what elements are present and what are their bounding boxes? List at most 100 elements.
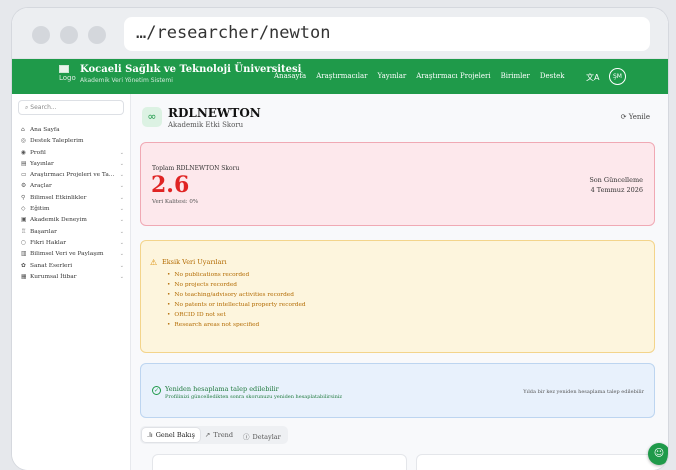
tab-trend[interactable]: ↗ Trend — [200, 428, 238, 442]
sidebar-item-icon: ▥ — [21, 251, 27, 258]
nav-link-arastirmacilar[interactable]: Araştırmacılar — [316, 72, 367, 80]
tab-details[interactable]: ⓘ Detaylar — [238, 428, 286, 442]
chevron-down-icon: ⌄ — [119, 206, 124, 213]
nav-link-anasayfa[interactable]: Anasayfa — [274, 72, 306, 80]
tab-label: Genel Bakış — [155, 431, 195, 439]
sidebar-item-icon: ⚲ — [21, 194, 26, 201]
nav-link-projeler[interactable]: Araştırmacı Projeleri — [416, 72, 490, 80]
brand-title[interactable]: Kocaeli Sağlık ve Teknoloji Üniversitesi — [80, 64, 301, 75]
sidebar-item[interactable]: ▭ Araştırmacı Projeleri ve Ta... ⌄ — [12, 170, 130, 181]
sidebar-item-label: Bilimsel Etkinlikler — [30, 194, 87, 201]
sidebar-item-icon: ▭ — [21, 172, 27, 179]
browser-window: …/researcher/newton Logo Kocaeli Sağlık … — [12, 8, 668, 470]
sidebar-item-label: Sanat Eserleri — [30, 262, 73, 269]
recalc-subtitle: Profilinizi güncelledikten sonra skorunu… — [165, 394, 343, 400]
sidebar-item-label: Yayınlar — [30, 160, 54, 167]
sidebar-item[interactable]: ♖ Başarılar ⌄ — [12, 227, 130, 238]
tab-label: Trend — [213, 431, 234, 439]
sidebar-item-label: Bilimsel Veri ve Paylaşım — [30, 251, 104, 258]
missing-data-warnings: ⚠ Eksik Veri Uyarıları No publications r… — [140, 240, 655, 353]
sidebar-item[interactable]: ✿ Sanat Eserleri ⌄ — [12, 261, 130, 272]
chat-support-button[interactable]: ☺ — [648, 443, 668, 465]
data-quality: Veri Kalitesi: 0% — [152, 199, 199, 205]
sidebar-item[interactable]: ○ Fikri Haklar ⌄ — [12, 238, 130, 249]
sidebar-item-icon: ◉ — [21, 149, 27, 156]
sidebar-item-label: Araçlar — [30, 183, 52, 190]
top-navbar: Logo Kocaeli Sağlık ve Teknoloji Ünivers… — [12, 59, 668, 94]
warning-item: ORCID ID not set — [167, 310, 306, 320]
address-bar[interactable]: …/researcher/newton — [124, 17, 650, 51]
sidebar-item-icon: ✿ — [21, 262, 26, 269]
sidebar-item-label: Eğitim — [30, 206, 50, 213]
sidebar-item[interactable]: ▣ Akademik Deneyim ⌄ — [12, 215, 130, 226]
warnings-list: No publications recordedNo projects reco… — [167, 270, 306, 330]
translate-icon[interactable]: 文A — [586, 72, 599, 83]
chevron-down-icon: ⌄ — [119, 183, 124, 190]
overview-panel-right — [416, 454, 668, 470]
chevron-down-icon: ⌄ — [119, 273, 124, 280]
sidebar-item-label: Profil — [30, 149, 46, 156]
sidebar-item[interactable]: ▦ Kurumsal İtibar ⌄ — [12, 272, 130, 283]
sidebar-item-icon: ▦ — [21, 273, 27, 280]
logo-alt-text: Logo — [59, 74, 76, 82]
brand-subtitle: Akademik Veri Yönetim Sistemi — [80, 77, 173, 84]
window-minimize-dot[interactable] — [60, 26, 78, 44]
last-updated-label: Son Güncelleme — [589, 176, 643, 184]
sidebar-item-icon: ▤ — [21, 160, 27, 167]
sidebar-item-label: Başarılar — [30, 228, 57, 235]
score-label: Toplam RDLNEWTON Skoru — [152, 165, 240, 172]
score-card: Toplam RDLNEWTON Skoru 2.6 Veri Kalitesi… — [140, 142, 655, 226]
sidebar-item[interactable]: ◉ Profil ⌄ — [12, 148, 130, 159]
sidebar-item[interactable]: ⚲ Bilimsel Etkinlikler ⌄ — [12, 193, 130, 204]
nav-links: Anasayfa Araştırmacılar Yayınlar Araştır… — [274, 72, 574, 80]
tab-icon: ↗ — [204, 431, 211, 439]
chevron-down-icon: ⌄ — [119, 217, 124, 224]
recalc-title: Yeniden hesaplama talep edilebilir — [165, 385, 279, 393]
nav-link-yayinlar[interactable]: Yayınlar — [378, 72, 407, 80]
infinity-icon: ∞ — [142, 107, 162, 127]
warning-icon: ⚠ — [150, 258, 158, 267]
sidebar-item[interactable]: ◇ Eğitim ⌄ — [12, 204, 130, 215]
sidebar-item[interactable]: ▥ Bilimsel Veri ve Paylaşım ⌄ — [12, 249, 130, 260]
chevron-down-icon: ⌄ — [119, 149, 124, 156]
overview-panel-left — [152, 454, 407, 470]
sidebar-item-icon: ♖ — [21, 228, 27, 235]
sidebar-item-label: Kurumsal İtibar — [30, 273, 77, 280]
chevron-down-icon: ⌄ — [119, 194, 124, 201]
warning-item: No teaching/advisory activities recorded — [167, 290, 306, 300]
avatar[interactable]: ŞM — [609, 68, 626, 85]
refresh-button[interactable]: ⟳ Yenile — [621, 113, 650, 121]
refresh-label: Yenile — [628, 113, 650, 121]
page-title: RDLNEWTON — [168, 106, 261, 120]
sidebar-menu: ⌂ Ana Sayfa ◎ Destek Taleplerim ◉ Profil ⌄ ▤ Yay… — [12, 125, 130, 283]
window-close-dot[interactable] — [32, 26, 50, 44]
warnings-title: Eksik Veri Uyarıları — [162, 258, 227, 266]
main-content: ∞ RDLNEWTON Akademik Etki Skoru ⟳ Yenile… — [131, 94, 668, 470]
chevron-down-icon: ⌄ — [119, 228, 124, 235]
warning-item: Research areas not specified — [167, 320, 306, 330]
warning-item: No projects recorded — [167, 280, 306, 290]
warning-item: No patents or intellectual property reco… — [167, 300, 305, 310]
chevron-down-icon: ⌄ — [119, 160, 124, 167]
last-updated-date: 4 Temmuz 2026 — [590, 186, 643, 194]
recalculation-card: ✓ Yeniden hesaplama talep edilebilir Pro… — [140, 363, 655, 418]
sidebar: ⌕ Search... ⌂ Ana Sayfa ◎ Destek Taleplerim… — [12, 94, 131, 470]
window-maximize-dot[interactable] — [88, 26, 106, 44]
sidebar-item-icon: ▣ — [21, 217, 27, 224]
tab-overview[interactable]: .lı Genel Bakış — [142, 428, 200, 442]
nav-link-destek[interactable]: Destek — [540, 72, 565, 80]
sidebar-item[interactable]: ◎ Destek Taleplerim — [12, 136, 130, 147]
sidebar-item-label: Akademik Deneyim — [30, 217, 87, 224]
sidebar-item-label: Destek Taleplerim — [30, 138, 84, 145]
chevron-down-icon: ⌄ — [119, 251, 124, 258]
browser-chrome: …/researcher/newton — [12, 8, 668, 59]
sidebar-search-input[interactable]: ⌕ Search... — [18, 100, 124, 115]
sidebar-item-label: Ana Sayfa — [30, 127, 60, 133]
sidebar-item[interactable]: ▤ Yayınlar ⌄ — [12, 159, 130, 170]
sidebar-item[interactable]: ⌂ Ana Sayfa — [12, 125, 130, 136]
tab-icon: ⓘ — [243, 433, 250, 441]
chevron-down-icon: ⌄ — [119, 262, 124, 269]
university-logo[interactable]: Logo — [59, 65, 76, 87]
sidebar-item[interactable]: ⚙ Araçlar ⌄ — [12, 181, 130, 192]
nav-link-birimler[interactable]: Birimler — [501, 72, 530, 80]
